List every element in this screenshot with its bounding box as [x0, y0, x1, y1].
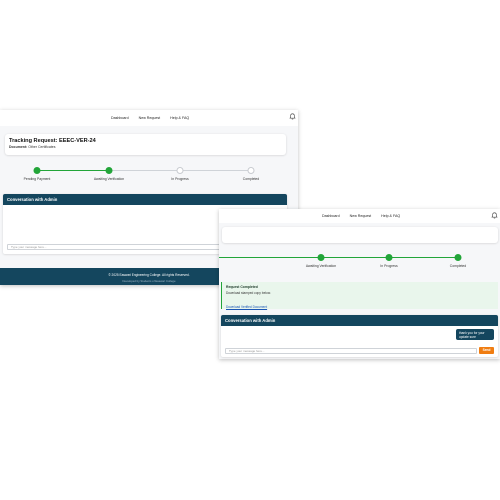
nav-help-faq[interactable]: Help & FAQ — [170, 116, 189, 120]
document-line: Document: Other Certificates — [9, 145, 282, 149]
step-dot-awaiting-verification — [105, 167, 113, 174]
completed-title: Request Completed — [226, 285, 258, 289]
progress-stepper: Pending Payment Awaiting Verification In… — [0, 167, 298, 181]
step-dot-completed — [247, 167, 255, 174]
completed-request-screenshot: Dashboard New Request Help & FAQ Awaitin… — [219, 209, 500, 359]
bell-icon[interactable] — [289, 113, 296, 120]
step-dot-in-progress — [176, 167, 184, 174]
nav-new-request[interactable]: New Request — [139, 116, 161, 120]
step-label: Pending Payment — [23, 177, 51, 181]
step-label: Completed — [449, 264, 467, 268]
screenshot-collage: Dashboard New Request Help & FAQ Trackin… — [0, 0, 500, 500]
document-label: Document: — [9, 145, 28, 149]
chat-message: thank you for your update sure — [456, 329, 494, 340]
nav-dashboard[interactable]: Dashboard — [111, 116, 129, 120]
step-label: Completed — [242, 177, 260, 181]
step-connector — [37, 170, 109, 171]
step-label: In Progress — [380, 264, 398, 268]
download-document-link[interactable]: Download Verified Document — [226, 305, 267, 309]
nav-dashboard[interactable]: Dashboard — [322, 214, 340, 218]
chat-panel: Conversation with Admin thank you for yo… — [221, 315, 498, 357]
nav-new-request[interactable]: New Request — [350, 214, 372, 218]
message-input[interactable]: Type your message here... — [225, 347, 477, 354]
chat-input-row: Type your message here... Send — [225, 347, 494, 354]
step-dot-pending-payment — [33, 167, 41, 174]
top-navigation: Dashboard New Request Help & FAQ — [219, 209, 500, 223]
step-dot-in-progress — [385, 254, 393, 261]
step-label: Awaiting Verification — [93, 177, 125, 181]
step-label: In Progress — [171, 177, 189, 181]
chat-header: Conversation with Admin — [221, 315, 498, 326]
top-navigation: Dashboard New Request Help & FAQ — [0, 110, 298, 126]
send-button[interactable]: Send — [479, 347, 494, 354]
step-dot-awaiting-verification — [317, 254, 325, 261]
step-connector — [219, 257, 458, 258]
request-completed-box: Request Completed Download stamped copy … — [221, 282, 498, 309]
tracking-title: Tracking Request: EEEC-VER-24 — [9, 138, 96, 144]
tracking-card-partial — [222, 227, 498, 243]
nav-help-faq[interactable]: Help & FAQ — [381, 214, 400, 218]
step-label: Awaiting Verification — [305, 264, 337, 268]
step-dot-completed — [454, 254, 462, 261]
bell-icon[interactable] — [491, 212, 498, 219]
tracking-card: Tracking Request: EEEC-VER-24 Document: … — [5, 134, 286, 155]
chat-header: Conversation with Admin — [3, 194, 287, 205]
progress-stepper: Awaiting Verification In Progress Comple… — [219, 254, 500, 268]
document-value: Other Certificates — [28, 145, 56, 149]
